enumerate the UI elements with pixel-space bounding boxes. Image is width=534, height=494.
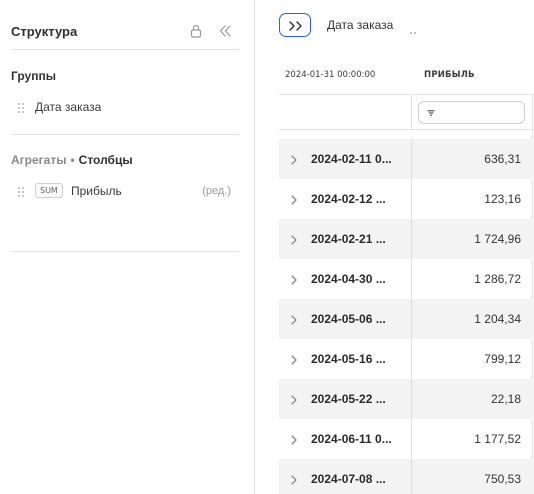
row-date-cell[interactable]: 2024-06-11 0... <box>311 432 392 446</box>
chevron-right-icon[interactable] <box>290 433 298 445</box>
table-row[interactable]: 2024-05-16 ... 799,12 <box>279 339 534 379</box>
aggregate-field-label: Прибыль <box>71 184 122 198</box>
column-divider <box>411 459 412 494</box>
row-date-cell[interactable]: 2024-02-21 ... <box>311 232 386 246</box>
lock-icon[interactable] <box>188 23 204 39</box>
structure-panel: Структура Группы Дата заказа Агрегаты • Ст… <box>0 0 255 494</box>
chevron-right-icon[interactable] <box>290 153 298 165</box>
column-divider <box>411 259 412 299</box>
aggregation-badge[interactable]: SUM <box>35 183 63 198</box>
table-row[interactable]: 2024-05-22 ... 22,18 <box>279 379 534 419</box>
group-field-label: Дата заказа <box>35 100 102 114</box>
row-profit-cell[interactable]: 1 724,96 <box>474 232 521 246</box>
column-divider <box>411 379 412 419</box>
drag-handle-icon[interactable] <box>17 185 25 197</box>
table-row[interactable]: 2024-06-11 0... 1 177,52 <box>279 419 534 459</box>
column-header-profit[interactable]: ПРИБЫЛЬ <box>424 70 475 80</box>
column-divider <box>411 219 412 259</box>
pivot-grid: 2024-01-31 00:00:00 ПРИБЫЛЬ 2024-02-11 0… <box>279 56 534 494</box>
table-row[interactable]: 2024-02-11 0... 636,31 <box>279 139 534 179</box>
profit-filter-input[interactable] <box>418 101 525 124</box>
aggregates-tab[interactable]: Агрегаты <box>11 153 66 167</box>
row-date-cell[interactable]: 2024-05-06 ... <box>311 312 386 326</box>
expand-columns-button[interactable] <box>279 13 311 37</box>
row-date-cell[interactable]: 2024-02-12 ... <box>311 192 386 206</box>
column-divider <box>411 299 412 339</box>
table-row[interactable]: 2024-07-08 ... 750,53 <box>279 459 534 494</box>
table-row[interactable]: 2024-02-12 ... 123,16 <box>279 179 534 219</box>
groups-section: Группы Дата заказа <box>11 50 239 135</box>
pivot-field-label[interactable]: Дата заказа <box>327 18 393 32</box>
column-divider <box>411 419 412 459</box>
filter-row <box>279 94 534 131</box>
pivot-drag-handle-icon[interactable] <box>410 22 416 34</box>
column-header-row: 2024-01-31 00:00:00 ПРИБЫЛЬ <box>279 56 534 94</box>
row-profit-cell[interactable]: 1 286,72 <box>474 272 521 286</box>
chevron-right-icon[interactable] <box>290 193 298 205</box>
row-profit-cell[interactable]: 1 204,34 <box>474 312 521 326</box>
panel-title: Структура <box>11 24 78 39</box>
aggregate-field-item[interactable]: SUM Прибыль (ред.) <box>11 180 239 202</box>
aggregates-title: Агрегаты • Столбцы <box>11 153 133 167</box>
row-date-cell[interactable]: 2024-05-16 ... <box>311 352 386 366</box>
table-row[interactable]: 2024-04-30 ... 1 286,72 <box>279 259 534 299</box>
group-field-item[interactable]: Дата заказа <box>11 96 239 118</box>
aggregates-section: Агрегаты • Столбцы SUM Прибыль (ред.) <box>11 135 239 252</box>
table-row[interactable]: 2024-05-06 ... 1 204,34 <box>279 299 534 339</box>
title-separator: • <box>70 153 75 167</box>
table-row[interactable]: 2024-02-21 ... 1 724,96 <box>279 219 534 259</box>
double-chevron-right-icon <box>289 21 302 31</box>
row-profit-cell[interactable]: 750,53 <box>484 472 521 486</box>
panel-header: Структура <box>11 18 239 50</box>
chevron-right-icon[interactable] <box>290 273 298 285</box>
chevron-right-icon[interactable] <box>290 353 298 365</box>
column-divider <box>411 139 412 179</box>
chevron-right-icon[interactable] <box>290 473 298 485</box>
column-divider[interactable] <box>411 95 412 131</box>
row-profit-cell[interactable]: 1 177,52 <box>474 432 521 446</box>
drag-handle-icon[interactable] <box>17 101 25 113</box>
row-profit-cell[interactable]: 22,18 <box>491 392 521 406</box>
row-profit-cell[interactable]: 636,31 <box>484 152 521 166</box>
chevron-right-icon[interactable] <box>290 393 298 405</box>
row-date-cell[interactable]: 2024-04-30 ... <box>311 272 386 286</box>
collapse-panel-icon[interactable] <box>217 23 233 39</box>
row-profit-cell[interactable]: 123,16 <box>484 192 521 206</box>
row-date-cell[interactable]: 2024-05-22 ... <box>311 392 386 406</box>
columns-tab[interactable]: Столбцы <box>79 153 133 167</box>
column-header-date[interactable]: 2024-01-31 00:00:00 <box>285 70 375 80</box>
row-date-cell[interactable]: 2024-02-11 0... <box>311 152 392 166</box>
chevron-right-icon[interactable] <box>290 313 298 325</box>
filter-icon <box>427 110 435 116</box>
row-profit-cell[interactable]: 799,12 <box>484 352 521 366</box>
column-divider <box>411 339 412 379</box>
edit-aggregate-link[interactable]: (ред.) <box>202 185 231 197</box>
column-divider <box>411 179 412 219</box>
row-date-cell[interactable]: 2024-07-08 ... <box>311 472 386 486</box>
grid-rows: 2024-02-11 0... 636,31 2024-02-12 ... 123,1… <box>279 139 534 494</box>
chevron-right-icon[interactable] <box>290 233 298 245</box>
groups-title: Группы <box>11 69 56 83</box>
